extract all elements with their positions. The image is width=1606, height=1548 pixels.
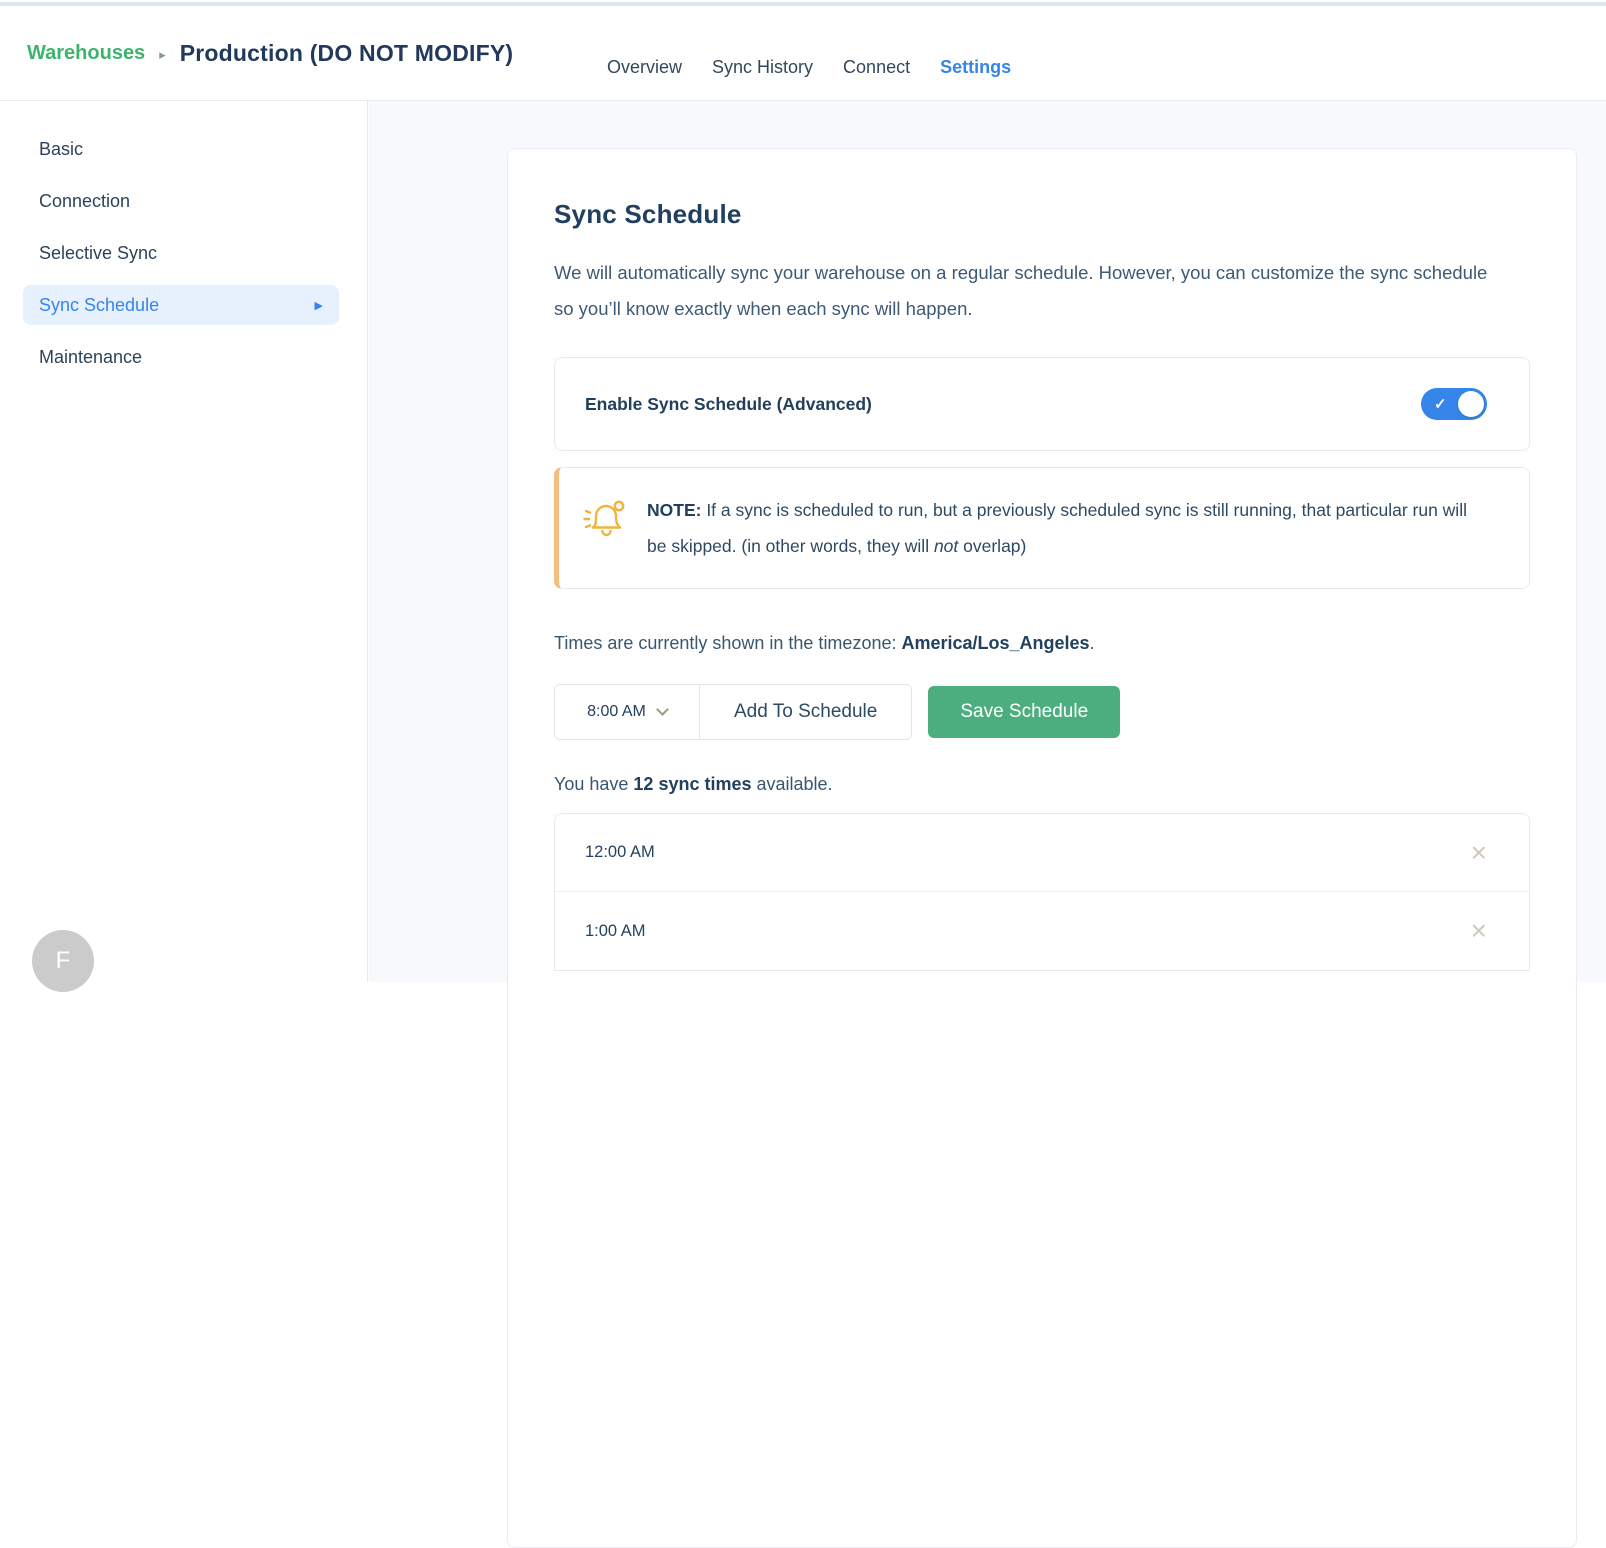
sidebar-item-selective-sync[interactable]: Selective Sync — [0, 227, 367, 279]
note-callout: NOTE: If a sync is scheduled to run, but… — [554, 467, 1530, 589]
sidebar-item-connection[interactable]: Connection — [0, 175, 367, 227]
schedule-controls: 8:00 AM Add To Schedule Save Schedule — [554, 684, 1530, 740]
list-item: 12:00 AM × — [555, 814, 1529, 892]
section-description: We will automatically sync your warehous… — [554, 255, 1494, 327]
toggle-knob — [1458, 391, 1484, 417]
availability-count: 12 sync times — [633, 774, 751, 794]
enable-sync-schedule-row: Enable Sync Schedule (Advanced) ✓ — [554, 357, 1530, 451]
enable-sync-schedule-toggle[interactable]: ✓ — [1421, 388, 1487, 420]
settings-sidebar: Basic Connection Selective Sync Sync Sch… — [0, 101, 368, 982]
sync-time-value: 12:00 AM — [585, 843, 655, 862]
tab-settings[interactable]: Settings — [940, 6, 1011, 100]
sync-time-value: 1:00 AM — [585, 922, 646, 941]
sidebar-item-basic[interactable]: Basic — [0, 123, 367, 175]
close-icon[interactable]: × — [1471, 917, 1487, 945]
time-select[interactable]: 8:00 AM — [554, 684, 700, 740]
sidebar-item-label: Sync Schedule — [39, 295, 159, 316]
close-icon[interactable]: × — [1471, 839, 1487, 867]
page-title: Production (DO NOT MODIFY) — [180, 40, 514, 67]
section-title: Sync Schedule — [554, 199, 1530, 229]
add-to-schedule-button[interactable]: Add To Schedule — [699, 684, 912, 740]
check-icon: ✓ — [1434, 395, 1447, 413]
note-text: NOTE: If a sync is scheduled to run, but… — [647, 492, 1487, 564]
bell-icon — [579, 492, 631, 564]
enable-sync-schedule-label: Enable Sync Schedule (Advanced) — [585, 394, 872, 415]
sidebar-item-maintenance[interactable]: Maintenance — [0, 331, 367, 383]
sync-schedule-card: Sync Schedule We will automatically sync… — [507, 148, 1577, 1548]
time-select-value: 8:00 AM — [587, 703, 646, 721]
caret-right-icon: ▶ — [315, 299, 323, 312]
note-label: NOTE: — [647, 500, 701, 520]
breadcrumb-warehouses-link[interactable]: Warehouses — [27, 42, 145, 65]
timezone-line: Times are currently shown in the timezon… — [554, 633, 1530, 654]
list-item: 1:00 AM × — [555, 892, 1529, 970]
tab-connect[interactable]: Connect — [843, 6, 910, 100]
content-area: Sync Schedule We will automatically sync… — [369, 101, 1606, 982]
tab-overview[interactable]: Overview — [607, 6, 682, 100]
tab-bar: Overview Sync History Connect Settings — [607, 6, 1011, 100]
user-avatar[interactable]: F — [32, 930, 94, 992]
tab-sync-history[interactable]: Sync History — [712, 6, 813, 100]
availability-line: You have 12 sync times available. — [554, 774, 1530, 795]
sync-times-list: 12:00 AM × 1:00 AM × — [554, 813, 1530, 971]
chevron-down-icon — [656, 703, 669, 716]
header: Warehouses ▸ Production (DO NOT MODIFY) … — [0, 6, 1606, 101]
save-schedule-button[interactable]: Save Schedule — [928, 686, 1120, 738]
breadcrumb: Warehouses ▸ Production (DO NOT MODIFY) — [27, 40, 513, 67]
breadcrumb-caret-icon: ▸ — [159, 47, 166, 63]
sidebar-item-sync-schedule[interactable]: Sync Schedule ▶ — [23, 285, 339, 325]
timezone-value: America/Los_Angeles — [901, 633, 1089, 653]
